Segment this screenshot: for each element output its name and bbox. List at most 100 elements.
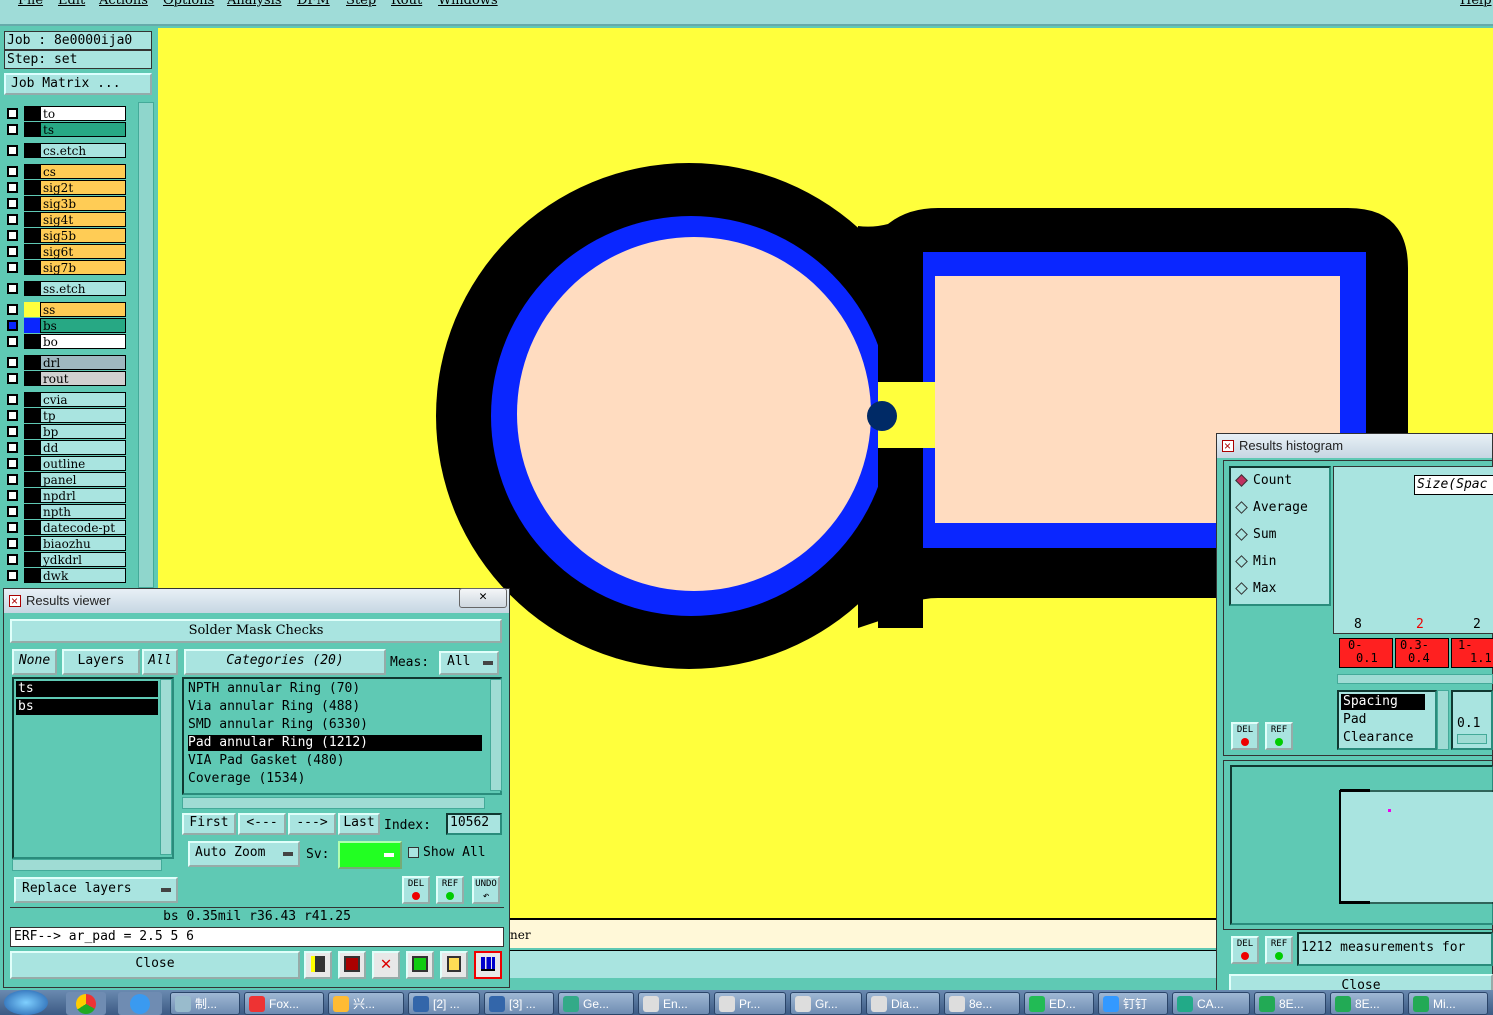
layer-checkbox[interactable] (7, 108, 18, 119)
layer-item-bs[interactable]: bs (16, 699, 158, 715)
layer-row-sig3b[interactable]: sig3b (4, 196, 126, 211)
layer-row-datecode-pt[interactable]: datecode-pt (4, 520, 126, 535)
layer-checkbox[interactable] (7, 246, 18, 257)
menu-windows[interactable]: Windows (438, 0, 498, 8)
replace-layers-select[interactable]: Replace layers (14, 877, 178, 903)
undo-button[interactable]: UNDO ↶ (472, 876, 500, 904)
layer-row-cvia[interactable]: cvia (4, 392, 126, 407)
layer-row-rout[interactable]: rout (4, 371, 126, 386)
taskbar-button[interactable]: Dia... (866, 992, 940, 1015)
layer-checkbox[interactable] (7, 554, 18, 565)
mode-radio-min[interactable]: Min (1235, 553, 1276, 571)
taskbar-button[interactable]: 兴... (328, 992, 404, 1015)
layer-checkbox[interactable] (7, 304, 18, 315)
layer-checkbox[interactable] (7, 570, 18, 581)
category-item[interactable]: Via annular Ring (488) (188, 699, 482, 715)
layer-row-npth[interactable]: npth (4, 504, 126, 519)
layers-hscroll[interactable] (12, 859, 162, 871)
layer-checkbox[interactable] (7, 357, 18, 368)
categories-hscroll[interactable] (182, 797, 485, 809)
layer-checkbox[interactable] (7, 506, 18, 517)
taskbar-button[interactable]: Ge... (558, 992, 634, 1015)
layer-checkbox[interactable] (7, 166, 18, 177)
taskbar-button[interactable]: 8E... (1330, 992, 1404, 1015)
category-item[interactable]: SMD annular Ring (6330) (188, 717, 482, 733)
taskbar-button[interactable]: [2] ... (408, 992, 480, 1015)
layer-checkbox[interactable] (7, 394, 18, 405)
pinned-chrome-icon[interactable] (66, 992, 106, 1015)
layer-row-bs[interactable]: bs (4, 318, 126, 333)
meas-select[interactable]: All (439, 651, 499, 675)
layer-row-panel[interactable]: panel (4, 472, 126, 487)
layer-checkbox[interactable] (7, 410, 18, 421)
layer-checkbox[interactable] (7, 490, 18, 501)
layer-list-scrollbar[interactable] (138, 102, 154, 588)
layer-checkbox[interactable] (7, 538, 18, 549)
first-button[interactable]: First (182, 813, 236, 835)
measure-spacing[interactable]: Spacing (1341, 694, 1425, 710)
preview-ref-button[interactable]: REF (1265, 936, 1293, 964)
category-item[interactable]: VIA Pad Gasket (480) (188, 753, 482, 769)
layer-item-ts[interactable]: ts (16, 681, 158, 697)
layer-checkbox[interactable] (7, 458, 18, 469)
measure-scrollbar[interactable] (1437, 690, 1449, 750)
layer-checkbox[interactable] (7, 426, 18, 437)
last-button[interactable]: Last (338, 813, 380, 835)
menu-dfm[interactable]: DFM (297, 0, 330, 8)
prev-button[interactable]: <--- (238, 813, 286, 835)
layers-button[interactable]: Layers (62, 649, 140, 675)
menu-options[interactable]: Options (163, 0, 214, 8)
layer-row-cs.etch[interactable]: cs.etch (4, 143, 126, 158)
taskbar-button[interactable]: CA... (1172, 992, 1250, 1015)
tool-flag-icon[interactable] (304, 951, 332, 979)
layer-checkbox[interactable] (7, 262, 18, 273)
all-button[interactable]: All (142, 649, 178, 675)
layer-row-sig7b[interactable]: sig7b (4, 260, 126, 275)
layer-row-ss.etch[interactable]: ss.etch (4, 281, 126, 296)
hist-del-button[interactable]: DEL (1231, 722, 1259, 750)
layer-row-to[interactable]: to (4, 106, 126, 121)
close-window-button[interactable]: ✕ (459, 588, 507, 608)
layer-row-sig2t[interactable]: sig2t (4, 180, 126, 195)
layer-row-dd[interactable]: dd (4, 440, 126, 455)
layer-checkbox[interactable] (7, 320, 18, 331)
layer-row-ss[interactable]: ss (4, 302, 126, 317)
taskbar-button[interactable]: 8E... (1254, 992, 1326, 1015)
layer-row-drl[interactable]: drl (4, 355, 126, 370)
taskbar-button[interactable]: En... (638, 992, 710, 1015)
layer-row-bo[interactable]: bo (4, 334, 126, 349)
mode-radio-average[interactable]: Average (1235, 499, 1308, 517)
layer-row-bp[interactable]: bp (4, 424, 126, 439)
taskbar-button[interactable]: 钉钉 (1098, 992, 1168, 1015)
show-all-checkbox[interactable] (408, 847, 419, 858)
tool-number-icon[interactable] (406, 951, 434, 979)
tool-cancel-icon[interactable]: ✕ (372, 951, 400, 979)
taskbar-button[interactable]: Pr... (714, 992, 786, 1015)
bin-3[interactable]: 1- 1.1 (1451, 638, 1493, 668)
menu-rout[interactable]: Rout (391, 0, 422, 8)
layer-checkbox[interactable] (7, 373, 18, 384)
histogram-hscroll[interactable] (1337, 674, 1493, 684)
job-matrix-button[interactable]: Job Matrix ... (4, 73, 152, 95)
menu-actions[interactable]: Actions (99, 0, 148, 8)
categories-button[interactable]: Categories (20) (184, 649, 386, 675)
layer-row-outline[interactable]: outline (4, 456, 126, 471)
index-input[interactable]: 10562 (446, 813, 502, 835)
bin-1[interactable]: 0- 0.1 (1339, 638, 1393, 668)
layer-row-biaozhu[interactable]: biaozhu (4, 536, 126, 551)
none-button[interactable]: None (12, 649, 57, 675)
tool-histogram-icon[interactable] (474, 951, 502, 979)
layer-checkbox[interactable] (7, 124, 18, 135)
pinned-messenger-icon[interactable] (118, 992, 162, 1015)
start-button[interactable] (4, 990, 48, 1015)
mode-radio-max[interactable]: Max (1235, 580, 1276, 598)
measure-pad[interactable]: Pad (1341, 712, 1366, 728)
close-button[interactable]: Close (10, 951, 300, 979)
taskbar-button[interactable]: Fox... (244, 992, 324, 1015)
layer-row-cs[interactable]: cs (4, 164, 126, 179)
category-item[interactable]: Pad annular Ring (1212) (188, 735, 482, 751)
tool-notes-icon[interactable] (440, 951, 468, 979)
layer-row-sig6t[interactable]: sig6t (4, 244, 126, 259)
layer-checkbox[interactable] (7, 198, 18, 209)
layer-checkbox[interactable] (7, 230, 18, 241)
